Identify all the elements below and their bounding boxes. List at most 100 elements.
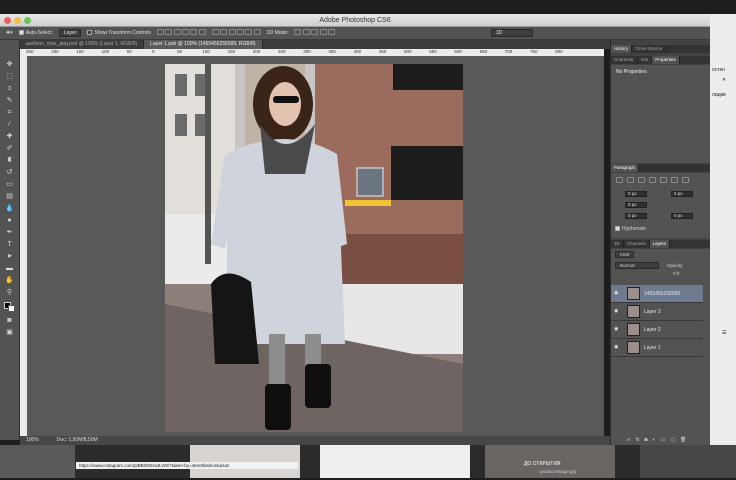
background-window-edge: остен ладки ✕ ☰ — [710, 14, 736, 445]
show-transform-checkbox[interactable]: Show Transform Controls — [87, 30, 151, 36]
close-window-icon[interactable] — [4, 17, 11, 24]
indent-left-field[interactable]: 0 px — [625, 191, 647, 197]
ruler-tick-label: 350 — [328, 49, 336, 54]
tab-layers[interactable]: Layers — [649, 240, 671, 248]
horizontal-ruler: 250 200 150 100 50 0 50 100 150 200 250 300 350 400 45… — [20, 49, 604, 56]
layer-thumbnail — [627, 341, 640, 354]
new-group-icon[interactable]: ▭ — [661, 437, 666, 443]
layer-name: Layer 1 — [644, 345, 661, 351]
dodge-tool-icon[interactable]: ● — [4, 216, 15, 225]
hyphenate-checkbox[interactable]: Hyphenate — [615, 226, 646, 232]
indent-first-line-field[interactable]: 0 px — [625, 202, 647, 208]
align-buttons[interactable] — [156, 29, 206, 37]
type-tool-icon[interactable]: T — [4, 240, 15, 249]
indent-right-field[interactable]: 0 px — [671, 191, 693, 197]
auto-select-checkbox[interactable]: Auto-Select: — [18, 30, 53, 36]
add-mask-icon[interactable]: ◙ — [644, 437, 647, 443]
history-panel-tabs: History Clone Source — [611, 45, 711, 53]
visibility-eye-icon[interactable]: ◉ — [614, 327, 621, 332]
auto-select-label: Auto-Select: — [25, 30, 53, 36]
tab-clone-source[interactable]: Clone Source — [632, 45, 667, 53]
window-title: Adobe Photoshop CS6 — [319, 17, 391, 24]
paragraph-align-buttons[interactable] — [616, 177, 689, 183]
layer-row[interactable]: ◉ Layer 1 — [611, 339, 703, 357]
side-text-2: ладки — [712, 92, 726, 98]
status-bar: 100% Doc: 1,50M/8,50M — [20, 436, 610, 445]
tab-document-2[interactable]: Layer 1.psb @ 100% (1455456258389, RGB/8… — [144, 40, 263, 49]
blend-mode-dropdown[interactable]: Normal — [615, 262, 659, 269]
quick-mask-icon[interactable]: ◙ — [4, 316, 15, 325]
space-before-field[interactable]: 0 px — [625, 213, 647, 219]
ruler-tick-label: 700 — [504, 49, 513, 54]
layer-row[interactable]: ◉ 1455456258389 — [611, 285, 703, 303]
window-controls[interactable] — [4, 17, 31, 24]
eraser-tool-icon[interactable]: ▭ — [4, 180, 15, 189]
marquee-tool-icon[interactable]: ⬚ — [4, 72, 15, 81]
shape-tool-icon[interactable]: ▬ — [4, 264, 15, 273]
close-icon[interactable]: ✕ — [722, 77, 726, 83]
document-image[interactable] — [165, 64, 463, 432]
ruler-tick-label: 100 — [101, 49, 110, 54]
history-brush-tool-icon[interactable]: ↺ — [4, 168, 15, 177]
tab-history[interactable]: History — [611, 45, 633, 53]
adjustment-layer-icon[interactable]: ◐ — [653, 437, 656, 443]
layers-footer-buttons[interactable]: ∞ fx ◙ ◐ ▭ ▢ 🗑 — [627, 437, 686, 443]
ruler-tick-label: 200 — [252, 49, 261, 54]
tab-info[interactable]: Info — [638, 56, 653, 64]
fx-icon[interactable]: fx — [636, 437, 640, 443]
tab-character[interactable]: Character — [611, 56, 638, 64]
visibility-eye-icon[interactable]: ◉ — [614, 291, 621, 296]
eyedropper-tool-icon[interactable]: ⁄ — [4, 120, 15, 129]
zoom-tool-icon[interactable]: ⚲ — [4, 288, 15, 297]
3d-mode-buttons[interactable] — [294, 29, 336, 37]
layers-panel-tabs: 3D Channels Layers — [611, 240, 711, 248]
space-after-field[interactable]: 0 px — [671, 213, 693, 219]
tab-3d[interactable]: 3D — [611, 240, 624, 248]
distribute-buttons[interactable] — [211, 29, 261, 37]
path-select-tool-icon[interactable]: ➤ — [4, 252, 15, 261]
visibility-eye-icon[interactable]: ◉ — [614, 309, 621, 314]
auto-select-target-dropdown[interactable]: Layer — [58, 29, 82, 37]
tab-document-1[interactable]: шаблон_пукз_дид.psd @ 100% (Layer 1, RGB… — [20, 40, 145, 49]
paragraph-panel-tabs: Paragraph — [611, 164, 711, 172]
layer-name: 1455456258389 — [644, 291, 681, 297]
properties-panel-tabs: Character Info Properties — [611, 56, 711, 64]
tab-paragraph[interactable]: Paragraph — [611, 164, 640, 172]
maximize-window-icon[interactable] — [24, 17, 31, 24]
quick-select-tool-icon[interactable]: ✎ — [4, 96, 15, 105]
ruler-tick-label: 150 — [76, 49, 84, 54]
layer-row[interactable]: ◉ Layer 3 — [611, 303, 703, 321]
move-tool-icon[interactable]: ✥ — [4, 60, 15, 69]
delete-layer-icon[interactable]: 🗑 — [680, 437, 686, 443]
screen-mode-icon[interactable]: ▣ — [4, 328, 15, 337]
vertical-ruler — [20, 56, 27, 436]
visibility-eye-icon[interactable]: ◉ — [614, 345, 621, 350]
tab-properties[interactable]: Properties — [652, 56, 680, 64]
link-layers-icon[interactable]: ∞ — [627, 437, 631, 443]
blur-tool-icon[interactable]: 💧 — [4, 204, 15, 213]
hand-tool-icon[interactable]: ✋ — [4, 276, 15, 285]
brush-tool-icon[interactable]: ✐ — [4, 144, 15, 153]
crop-tool-icon[interactable]: ⌗ — [4, 108, 15, 117]
color-swatches-icon[interactable] — [4, 302, 15, 312]
tab-channels[interactable]: Channels — [624, 240, 650, 248]
lasso-tool-icon[interactable]: ↄ — [4, 84, 15, 93]
pen-tool-icon[interactable]: ✒ — [4, 228, 15, 237]
opacity-label: Opacity: — [667, 263, 684, 268]
street-fashion-photo — [165, 64, 463, 432]
healing-brush-tool-icon[interactable]: ✚ — [4, 132, 15, 141]
minimize-window-icon[interactable] — [14, 17, 21, 24]
ruler-tick-label: 0 — [152, 49, 155, 54]
layer-row[interactable]: ◉ Layer 2 — [611, 321, 703, 339]
workspace-switcher[interactable]: 3D — [491, 29, 534, 37]
layer-filter-kind[interactable]: Kind — [615, 251, 635, 258]
layer-thumbnail — [627, 323, 640, 336]
new-layer-icon[interactable]: ▢ — [670, 437, 675, 443]
doc-size-info[interactable]: Doc: 1,50M/8,50M — [57, 436, 98, 445]
zoom-level[interactable]: 100% — [26, 436, 39, 445]
gradient-tool-icon[interactable]: ▤ — [4, 192, 15, 201]
menu-icon[interactable]: ☰ — [722, 330, 726, 336]
properties-panel: No Properties — [611, 65, 711, 163]
clone-stamp-tool-icon[interactable]: ♜ — [4, 156, 15, 165]
move-tool-preset-icon[interactable]: ✥▾ — [6, 30, 13, 36]
